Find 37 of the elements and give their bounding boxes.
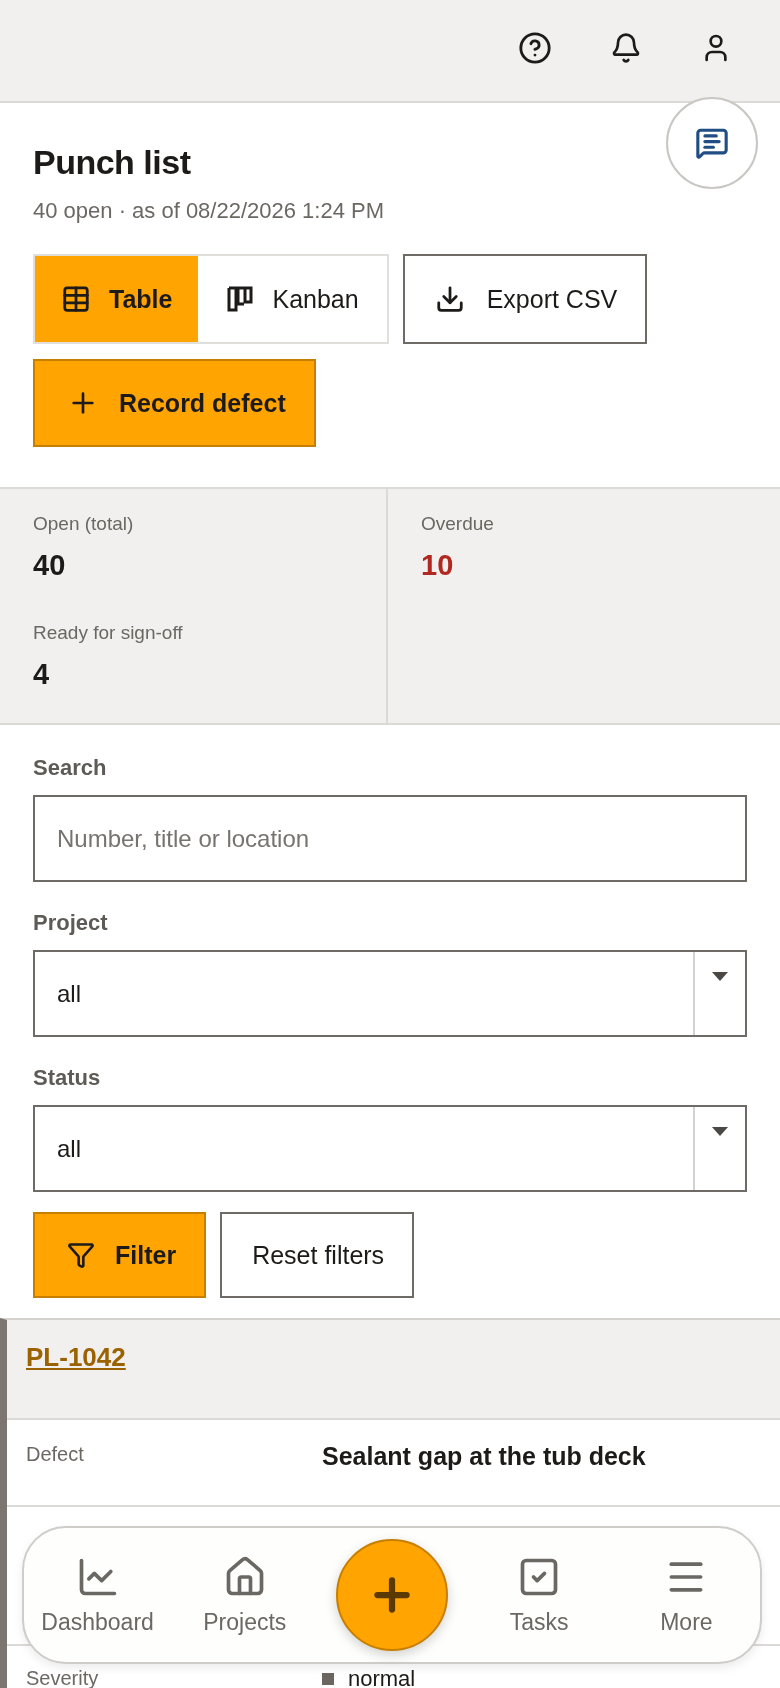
stat-value: 40 <box>33 549 67 582</box>
search-field[interactable]: Number, title or location <box>33 795 747 882</box>
field-label: Status <box>33 1065 102 1091</box>
select-field[interactable]: all <box>33 950 747 1037</box>
view-tab[interactable]: Table <box>35 256 199 342</box>
nav-item[interactable]: More <box>612 1554 760 1636</box>
nav-item[interactable]: Projects <box>171 1554 319 1636</box>
kanban-icon <box>226 285 255 313</box>
bell-icon[interactable] <box>610 31 642 64</box>
nav-item[interactable]: Dashboard <box>24 1554 172 1636</box>
download-icon <box>434 284 465 314</box>
severity-value: normal <box>296 1668 761 1688</box>
filter-icon <box>67 1241 95 1269</box>
dropdown-arrow-icon <box>712 1127 728 1136</box>
stat-label: Ready for sign-off <box>33 622 184 644</box>
field-label: Project <box>33 910 109 936</box>
defect-number-link[interactable]: PL-1042 <box>26 1342 126 1372</box>
stat-value: 10 <box>421 549 455 582</box>
stat-label: Overdue <box>421 513 495 535</box>
stat-value: 4 <box>33 658 51 691</box>
dropdown-arrow-icon <box>712 972 728 981</box>
help-icon[interactable] <box>518 30 552 65</box>
select-field[interactable]: all <box>33 1105 747 1192</box>
nav-item[interactable]: Tasks <box>465 1554 613 1636</box>
row-label: Defect <box>26 1442 85 1466</box>
filter-button[interactable]: Filter <box>33 1212 207 1298</box>
table-icon <box>61 284 91 314</box>
field-label: Search <box>33 755 108 781</box>
page-subtitle: 40 open · as of 08/22/2026 1:24 PM <box>33 198 386 224</box>
reset-filters-button[interactable]: Reset filters <box>220 1212 415 1298</box>
add-button[interactable] <box>336 1539 448 1651</box>
export-button[interactable]: Export CSV <box>402 254 648 344</box>
record-defect-button[interactable]: Record defect <box>33 359 316 447</box>
chat-icon <box>695 126 729 160</box>
defect-title: Sealant gap at the tub deck <box>321 1442 647 1471</box>
stat-label: Open (total) <box>33 513 135 535</box>
page-title: Punch list <box>33 143 192 182</box>
